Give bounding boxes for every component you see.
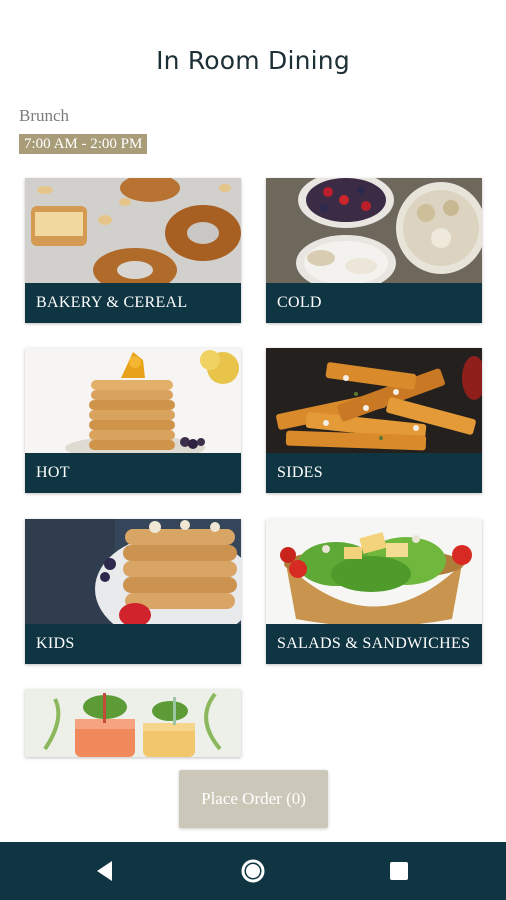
category-label: SALADS & SANDWICHES	[266, 624, 482, 664]
category-label: KIDS	[25, 624, 241, 664]
pancakes-photo	[25, 348, 241, 453]
category-label: SIDES	[266, 453, 482, 493]
category-card-cold[interactable]: COLD	[266, 178, 482, 323]
home-circle-icon[interactable]	[238, 856, 268, 886]
category-card-salads-sandwiches[interactable]: SALADS & SANDWICHES	[266, 519, 482, 664]
drinks-photo	[25, 689, 241, 757]
salad-photo	[266, 519, 482, 624]
meal-period-label: Brunch	[19, 106, 70, 125]
category-card-kids[interactable]: KIDS	[25, 519, 241, 664]
category-label: COLD	[266, 283, 482, 323]
back-triangle-icon[interactable]	[91, 856, 121, 886]
category-card-hot[interactable]: HOT	[25, 348, 241, 493]
recents-square-icon[interactable]	[384, 856, 414, 886]
place-order-button[interactable]: Place Order (0)	[179, 770, 328, 828]
category-card-drinks[interactable]	[25, 689, 241, 757]
bakery-photo	[25, 178, 241, 283]
category-label: HOT	[25, 453, 241, 493]
cold-bowls-photo	[266, 178, 482, 283]
category-label: BAKERY & CEREAL	[25, 283, 241, 323]
category-card-bakery-cereal[interactable]: BAKERY & CEREAL	[25, 178, 241, 323]
category-card-sides[interactable]: SIDES	[266, 348, 482, 493]
android-navigation-bar	[0, 842, 506, 900]
kids-pancakes-photo	[25, 519, 241, 624]
fries-photo	[266, 348, 482, 453]
hours-badge: 7:00 AM - 2:00 PM	[19, 134, 148, 154]
page-title: In Room Dining	[156, 46, 350, 75]
